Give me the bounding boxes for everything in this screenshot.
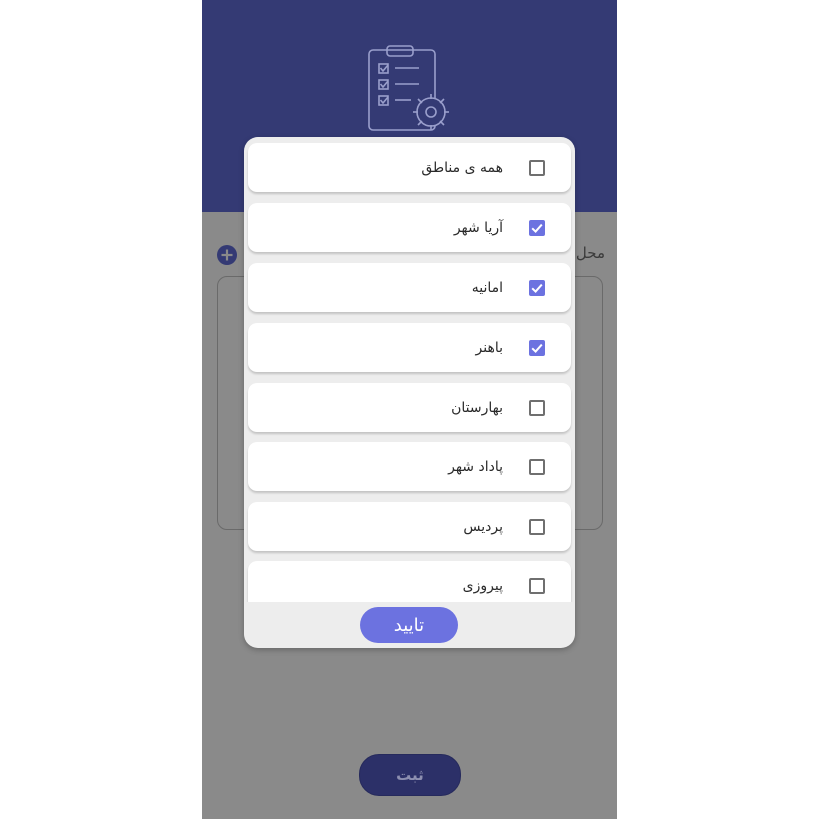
list-item[interactable]: پاداد شهر <box>248 442 571 491</box>
location-field-label: محل <box>575 244 605 262</box>
checkbox[interactable] <box>529 159 545 176</box>
confirm-button[interactable]: تایید <box>360 607 458 643</box>
list-item[interactable]: بهارستان <box>248 383 571 432</box>
checkbox[interactable] <box>529 279 545 296</box>
checkbox[interactable] <box>529 219 545 236</box>
list-item[interactable]: آریا شهر <box>248 203 571 252</box>
list-item[interactable]: امانیه <box>248 263 571 312</box>
submit-button[interactable]: ثبت <box>359 754 461 796</box>
list-item-label: پردیس <box>463 518 503 535</box>
checkbox[interactable] <box>529 577 545 594</box>
check-icon <box>531 343 543 353</box>
clipboard-checklist-gear-icon <box>368 45 449 131</box>
checkbox[interactable] <box>529 518 545 535</box>
list-item-label: بهارستان <box>451 399 503 416</box>
list-item-label: پاداد شهر <box>448 458 503 475</box>
list-item-label: آریا شهر <box>453 219 503 236</box>
list-item-label: پیروزی <box>462 577 503 594</box>
list-item[interactable]: پردیس <box>248 502 571 551</box>
add-circle-icon[interactable] <box>216 244 238 266</box>
area-list[interactable]: همه ی مناطق آریا شهر امانیه باهنر بهارست… <box>244 137 575 602</box>
list-item-label: همه ی مناطق <box>421 159 503 176</box>
list-item[interactable]: پیروزی <box>248 561 571 602</box>
check-icon <box>531 223 543 233</box>
list-item-label: باهنر <box>475 339 504 356</box>
checkbox[interactable] <box>529 458 545 475</box>
list-item-all-areas[interactable]: همه ی مناطق <box>248 143 571 192</box>
checkbox[interactable] <box>529 339 545 356</box>
area-select-dialog: همه ی مناطق آریا شهر امانیه باهنر بهارست… <box>244 137 575 648</box>
list-item[interactable]: باهنر <box>248 323 571 372</box>
list-item-label: امانیه <box>471 279 503 296</box>
check-icon <box>531 283 543 293</box>
checkbox[interactable] <box>529 399 545 416</box>
